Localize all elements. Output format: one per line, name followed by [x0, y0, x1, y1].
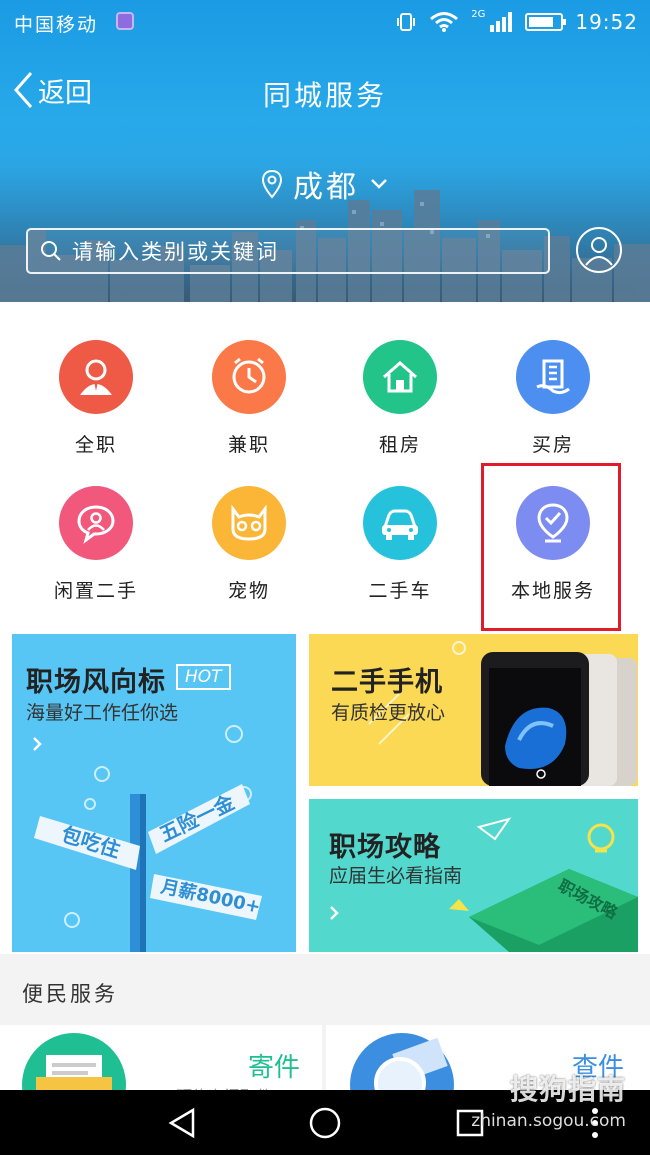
- triangle-back-icon: [168, 1107, 195, 1138]
- location-pin-icon: [261, 169, 283, 199]
- watermark-brand: 搜狗指南: [509, 1073, 626, 1106]
- banner-subtitle: 有质检更放心: [331, 702, 446, 724]
- service-send-package[interactable]: 寄件 预约上门取件: [0, 1025, 322, 1095]
- service-label: 寄件: [248, 1053, 301, 1083]
- category-label: 二手车: [368, 580, 432, 602]
- city-selector[interactable]: 成都: [0, 162, 650, 206]
- category-label: 全职: [74, 434, 117, 456]
- circle-home-icon: [309, 1107, 341, 1138]
- chat-person-icon: [77, 505, 115, 544]
- hot-badge: HOT: [176, 664, 231, 690]
- signal-icon: [490, 12, 513, 32]
- gallery-notification-icon: [116, 12, 134, 30]
- sign-text-3: 月薪8000+: [158, 875, 263, 918]
- user-profile-button[interactable]: [576, 227, 622, 273]
- person-icon: [80, 359, 112, 395]
- category-icon-bg: [516, 486, 590, 560]
- category-label: 闲置二手: [53, 580, 138, 602]
- banner-phone[interactable]: 二手手机 有质检更放心: [309, 634, 638, 786]
- banner-title: 职场攻略: [329, 832, 441, 863]
- network-type: 2G: [471, 8, 486, 20]
- clock-icon: [232, 357, 266, 394]
- battery-icon: [525, 13, 567, 31]
- category-label: 租房: [378, 434, 421, 456]
- cat-icon: [231, 504, 267, 541]
- category-local-services[interactable]: 本地服务: [478, 486, 628, 603]
- magnifier-icon: [350, 1033, 454, 1095]
- wifi-icon: [430, 12, 459, 32]
- nav-home-button[interactable]: [285, 1090, 365, 1155]
- banner-title: 二手手机: [331, 667, 443, 698]
- house-icon: [383, 361, 417, 393]
- category-icon-bg: [212, 340, 286, 414]
- building-icon: [536, 359, 570, 395]
- status-bar: 中国移动 2G 19:52: [0, 0, 650, 44]
- package-icon: [22, 1033, 126, 1095]
- user-icon: [585, 237, 613, 266]
- banner-jobs[interactable]: 五险一金 包吃住 月薪8000+ 职场风向标 HOT 海量好工作任你选: [12, 634, 296, 952]
- sign-text-1: 五险一金: [156, 789, 239, 846]
- category-used-car[interactable]: 二手车: [325, 486, 475, 603]
- page-title: 同城服务: [262, 79, 387, 112]
- watermark-url: zhinan.sogou.com: [471, 1111, 626, 1131]
- category-secondhand[interactable]: 闲置二手: [21, 486, 171, 603]
- search-placeholder: 请输入类别或关键词: [72, 240, 279, 264]
- header: 中国移动 2G 19:52 返回 同城服务 成都 请输入类别或关键词: [0, 0, 650, 302]
- category-icon-bg: [363, 340, 437, 414]
- chevron-down-icon: [371, 179, 387, 189]
- category-fulltime[interactable]: 全职: [21, 340, 171, 457]
- category-icon-bg: [516, 340, 590, 414]
- car-icon: [382, 509, 418, 540]
- vibrate-icon: [397, 13, 416, 31]
- search-input[interactable]: 请输入类别或关键词: [26, 228, 550, 274]
- banner-title: 职场风向标: [26, 667, 166, 698]
- clock: 19:52: [575, 10, 638, 34]
- nav-bar: 返回 同城服务: [0, 60, 650, 122]
- category-icon-bg: [363, 486, 437, 560]
- location-check-icon: [537, 503, 569, 543]
- category-label: 本地服务: [510, 580, 595, 602]
- category-icon-bg: [212, 486, 286, 560]
- category-label: 买房: [531, 434, 574, 456]
- category-pets[interactable]: 宠物: [174, 486, 324, 603]
- sign-text-2: 包吃住: [59, 822, 123, 862]
- nav-back-button[interactable]: [142, 1090, 222, 1155]
- category-rent[interactable]: 租房: [325, 340, 475, 457]
- banner-subtitle: 应届生必看指南: [329, 865, 463, 887]
- city-name: 成都: [293, 170, 359, 205]
- banner-subtitle: 海量好工作任你选: [26, 702, 179, 724]
- category-label: 宠物: [227, 580, 270, 602]
- battery-level: [529, 17, 554, 27]
- banner-career-guide[interactable]: 职场攻略 职场攻略 应届生必看指南: [309, 799, 638, 952]
- section-title: 便民服务: [22, 982, 118, 1006]
- category-buy-house[interactable]: 买房: [478, 340, 628, 457]
- search-icon: [41, 241, 61, 261]
- category-label: 兼职: [227, 434, 270, 456]
- category-icon-bg: [59, 340, 133, 414]
- carrier-name: 中国移动: [14, 14, 99, 36]
- category-icon-bg: [59, 486, 133, 560]
- category-parttime[interactable]: 兼职: [174, 340, 324, 457]
